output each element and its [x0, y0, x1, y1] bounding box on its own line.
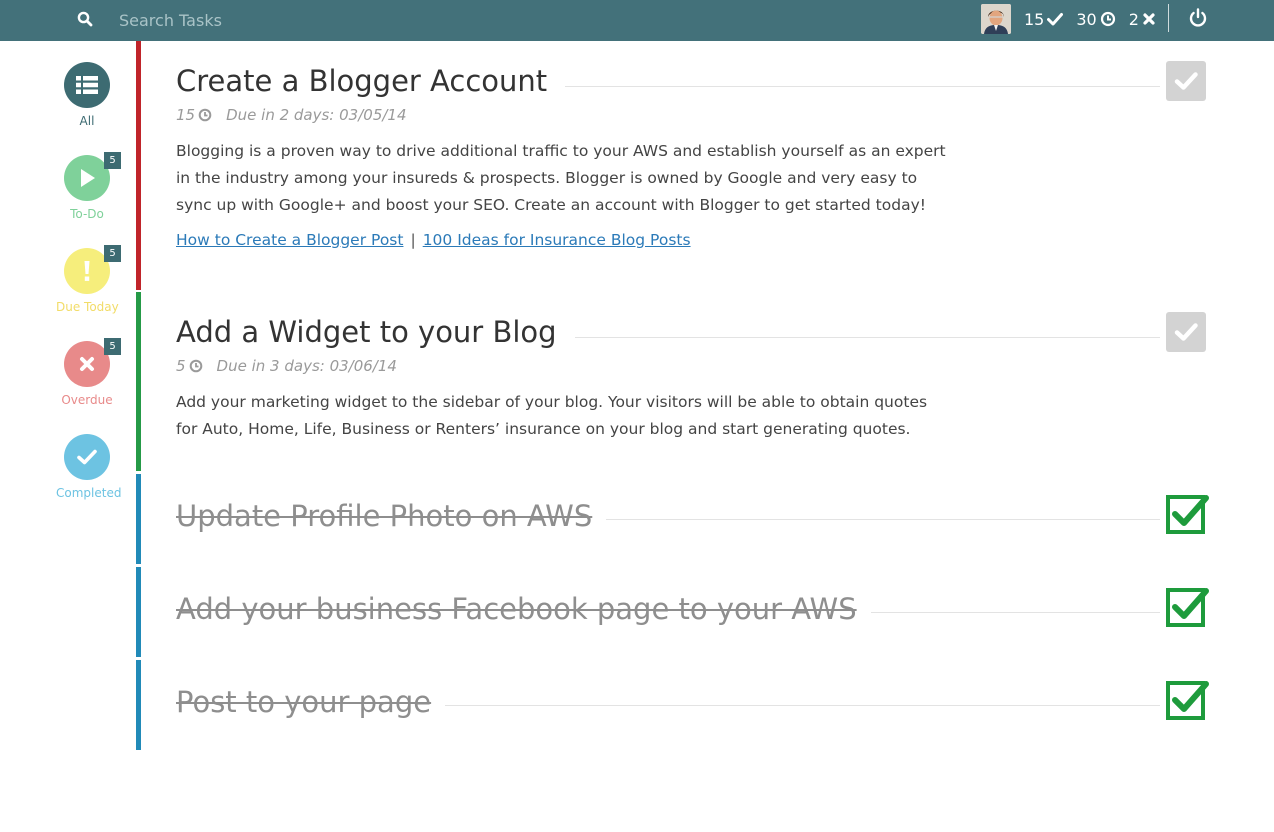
filter-due-today[interactable]: 5 Due Today: [56, 245, 121, 314]
task-description: Blogging is a proven way to drive additi…: [176, 142, 946, 214]
filter-to-do-label: To-Do: [70, 207, 104, 221]
checked-box-icon: [1166, 495, 1209, 534]
completed-checkbox[interactable]: [1165, 493, 1211, 535]
stats-bar: 15 30 2: [1024, 8, 1169, 30]
x-icon: [1143, 13, 1155, 25]
task-points: 15: [176, 106, 196, 124]
check-icon: [1174, 323, 1198, 341]
top-bar: 15 30 2: [0, 0, 1274, 41]
task-due-date: Due in 2 days: 03/05/14: [226, 106, 407, 124]
complete-task-button[interactable]: [1166, 61, 1206, 101]
checked-box-icon: [1166, 681, 1209, 720]
clock-icon: [198, 108, 212, 122]
completed-rail-1: [136, 474, 141, 564]
task-title-rule: [560, 519, 1160, 520]
link-separator: |: [410, 231, 416, 249]
completed-checkbox[interactable]: [1165, 586, 1211, 628]
to-do-count-badge: 5: [104, 152, 121, 169]
search-input[interactable]: [110, 6, 510, 34]
task-title-rule: [530, 337, 1160, 338]
filter-due-today-label: Due Today: [56, 300, 119, 314]
points-stat: 15: [1024, 9, 1064, 29]
failed-value: 2: [1128, 9, 1139, 29]
filter-overdue-label: Overdue: [61, 393, 113, 407]
topbar-divider: [1168, 4, 1169, 32]
clock-icon: [1100, 11, 1115, 27]
check-icon: [1174, 72, 1198, 90]
completed-task-title: Add your business Facebook page to your …: [176, 592, 871, 626]
task-due-date: Due in 3 days: 03/06/14: [216, 357, 397, 375]
completed-rail-3: [136, 660, 141, 750]
overdue-count-badge: 5: [104, 338, 121, 355]
time-stat: 30: [1076, 10, 1115, 29]
check-icon: [77, 449, 97, 465]
filter-completed-circle[interactable]: [64, 434, 110, 480]
filter-completed[interactable]: Completed: [56, 434, 122, 500]
filter-completed-label: Completed: [56, 486, 122, 500]
task-meta: 5 Due in 3 days: 03/06/14: [176, 357, 397, 375]
task-title-rule: [520, 86, 1160, 87]
resource-link[interactable]: 100 Ideas for Insurance Blog Posts: [423, 231, 691, 249]
exclamation-icon: [84, 261, 90, 281]
filter-to-do[interactable]: 5 To-Do: [56, 152, 121, 221]
task-title: Create a Blogger Account: [176, 64, 566, 98]
task-title-rule: [410, 705, 1160, 706]
filter-overdue[interactable]: 5 Overdue: [56, 338, 121, 407]
completed-checkbox[interactable]: [1165, 679, 1211, 721]
overdue-rail: [136, 41, 141, 290]
time-value: 30: [1076, 9, 1097, 29]
search-icon[interactable]: [76, 10, 94, 28]
task-description: Add your marketing widget to the sidebar…: [176, 393, 928, 438]
task-points: 5: [176, 357, 186, 375]
due-today-count-badge: 5: [104, 245, 121, 262]
filter-all-label: All: [79, 114, 95, 128]
completed-task-title: Post to your page: [176, 685, 446, 719]
check-icon: [1047, 13, 1064, 26]
complete-task-button[interactable]: [1166, 312, 1206, 352]
clock-icon: [189, 359, 202, 373]
task-title: Add a Widget to your Blog: [176, 315, 575, 349]
checked-box-icon: [1166, 588, 1209, 627]
list-icon: [76, 76, 98, 94]
avatar[interactable]: [981, 4, 1011, 34]
power-icon[interactable]: [1187, 7, 1209, 29]
task-links: How to Create a Blogger Post | 100 Ideas f…: [176, 231, 691, 249]
completed-rail-2: [136, 567, 141, 657]
points-value: 15: [1024, 9, 1045, 29]
filter-all[interactable]: All: [56, 62, 118, 128]
due-today-rail: [136, 292, 141, 471]
filter-all-circle[interactable]: [64, 62, 110, 108]
failed-stat: 2: [1129, 10, 1156, 29]
play-icon: [81, 169, 95, 187]
task-meta: 15 Due in 2 days: 03/05/14: [176, 106, 407, 124]
x-icon: [80, 357, 94, 371]
completed-task-title: Update Profile Photo on AWS: [176, 499, 607, 533]
resource-link[interactable]: How to Create a Blogger Post: [176, 231, 403, 249]
